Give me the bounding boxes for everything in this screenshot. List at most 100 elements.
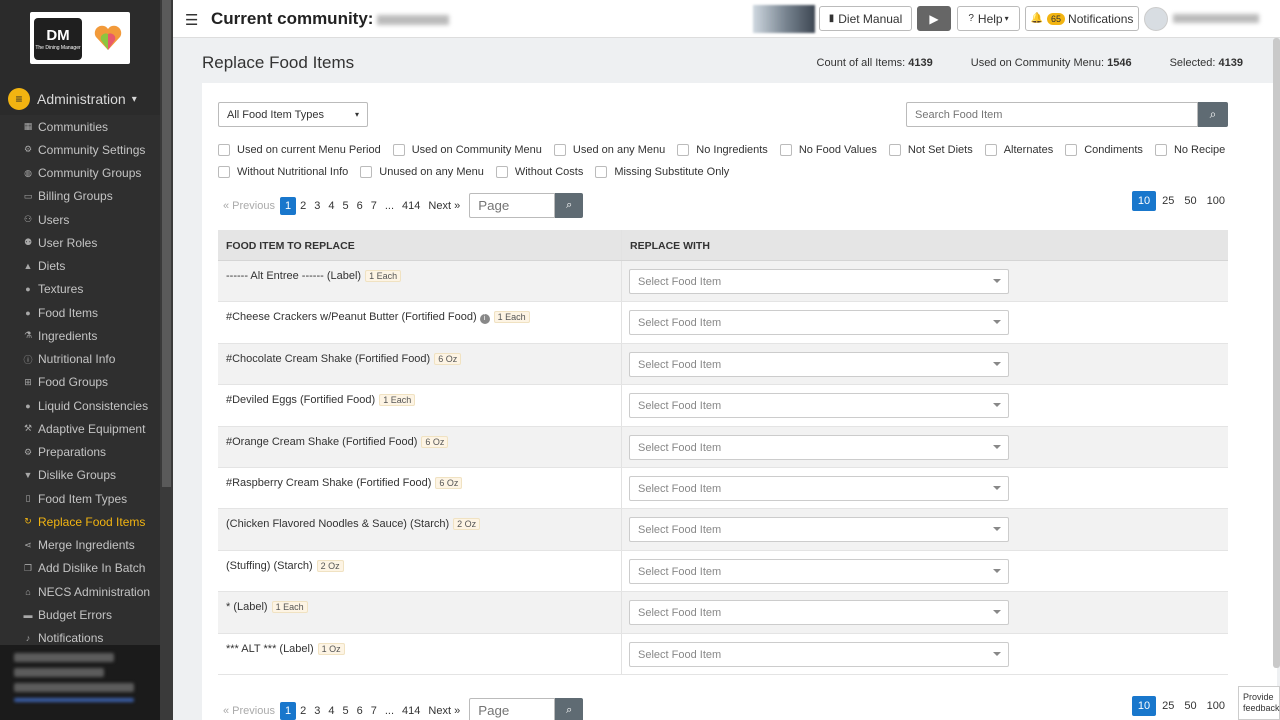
select-food-item-dropdown[interactable]: Select Food Item (629, 600, 1009, 626)
filter-checkbox-no-recipe[interactable]: No Recipe (1154, 144, 1225, 156)
provide-feedback-button[interactable]: Provide feedback (1238, 686, 1280, 720)
sidebar-item-notifications[interactable]: ♪ Notifications (0, 627, 160, 645)
sidebar-item-nutritional-info[interactable]: ⓘ Nutritional Info (0, 348, 160, 371)
sidebar-item-community-settings[interactable]: ⚙ Community Settings (0, 138, 160, 161)
sidebar-scroll-thumb[interactable] (162, 0, 171, 487)
sidebar-item-adaptive-equipment[interactable]: ⚒ Adaptive Equipment (0, 417, 160, 440)
filter-checkbox-used-on-community-menu[interactable]: Used on Community Menu (392, 144, 542, 156)
select-food-item-dropdown[interactable]: Select Food Item (629, 517, 1009, 543)
hamburger-menu-icon[interactable]: ☰ (185, 11, 198, 29)
page-number-input[interactable] (469, 698, 556, 720)
select-food-item-dropdown[interactable]: Select Food Item (629, 310, 1009, 336)
go-to-page-button[interactable]: ⌕ (555, 698, 584, 720)
select-food-item-dropdown[interactable]: Select Food Item (629, 558, 1009, 584)
per-page-option[interactable]: 100 (1203, 192, 1229, 210)
per-page-option[interactable]: 25 (1158, 697, 1178, 715)
sidebar-item-community-groups[interactable]: ◍ Community Groups (0, 162, 160, 185)
per-page-option[interactable]: 25 (1158, 192, 1178, 210)
filter-checkbox-no-food-values[interactable]: No Food Values (779, 144, 877, 156)
sidebar-item-preparations[interactable]: ⚙ Preparations (0, 441, 160, 464)
per-page-option[interactable]: 50 (1180, 192, 1200, 210)
page-link[interactable]: 1 (279, 196, 297, 215)
previous-page-link[interactable]: « Previous (223, 200, 275, 212)
sidebar-item-merge-ingredients[interactable]: ⋖ Merge Ingredients (0, 534, 160, 557)
page-link[interactable]: 3 (310, 705, 324, 717)
select-food-item-dropdown[interactable]: Select Food Item (629, 475, 1009, 501)
sidebar-item-necs-administration[interactable]: ⌂ NECS Administration (0, 580, 160, 603)
page-link[interactable]: 4 (324, 200, 338, 212)
filter-checkbox-used-on-current-menu-period[interactable]: Used on current Menu Period (218, 144, 381, 156)
search-input[interactable] (906, 102, 1198, 127)
per-page-option[interactable]: 50 (1180, 697, 1200, 715)
select-food-item-dropdown[interactable]: Select Food Item (629, 351, 1009, 377)
sidebar-item-replace-food-items[interactable]: ↻ Replace Food Items (0, 510, 160, 533)
page-link[interactable]: 2 (296, 200, 310, 212)
go-to-page-button[interactable]: ⌕ (555, 193, 584, 218)
checkbox[interactable] (553, 144, 566, 156)
sidebar-item-ingredients[interactable]: ⚗ Ingredients (0, 324, 160, 347)
info-icon[interactable]: i (479, 314, 490, 325)
filter-checkbox-without-costs[interactable]: Without Costs (495, 166, 583, 178)
page-link[interactable]: 4 (324, 705, 338, 717)
filter-checkbox-missing-substitute-only[interactable]: Missing Substitute Only (595, 166, 729, 178)
per-page-option[interactable]: 10 (1131, 696, 1157, 716)
select-food-item-dropdown[interactable]: Select Food Item (629, 641, 1009, 667)
sidebar-item-add-dislike-in-batch[interactable]: ❐ Add Dislike In Batch (0, 557, 160, 580)
food-item-type-select[interactable]: All Food Item Types ▾ (218, 102, 368, 127)
page-link[interactable]: 7 (367, 705, 381, 717)
select-food-item-dropdown[interactable]: Select Food Item (629, 434, 1009, 460)
next-page-link[interactable]: Next » (424, 705, 464, 717)
checkbox[interactable] (218, 144, 230, 156)
page-number-input[interactable] (469, 193, 556, 218)
checkbox[interactable] (1154, 144, 1167, 156)
notifications-button[interactable]: 🔔 65 Notifications (1025, 6, 1139, 31)
checkbox[interactable] (495, 166, 508, 178)
checkbox[interactable] (888, 144, 901, 156)
checkbox[interactable] (360, 166, 373, 178)
select-food-item-dropdown[interactable]: Select Food Item (629, 393, 1009, 419)
page-link[interactable]: 6 (353, 200, 367, 212)
filter-checkbox-alternates[interactable]: Alternates (984, 144, 1053, 156)
select-food-item-dropdown[interactable]: Select Food Item (629, 269, 1009, 294)
user-name[interactable] (1173, 14, 1259, 23)
page-link[interactable]: 2 (296, 705, 310, 717)
sidebar-item-textures[interactable]: ● Textures (0, 278, 160, 301)
page-link[interactable]: 5 (338, 200, 352, 212)
filter-checkbox-no-ingredients[interactable]: No Ingredients (677, 144, 768, 156)
page-link[interactable]: 5 (338, 705, 352, 717)
main-scrollbar[interactable] (1273, 38, 1280, 668)
help-dropdown[interactable]: ? Help ▾ (957, 6, 1020, 31)
checkbox[interactable] (392, 144, 405, 156)
avatar[interactable] (1144, 7, 1168, 31)
previous-page-link[interactable]: « Previous (223, 705, 275, 717)
diet-manual-button[interactable]: ▮ Diet Manual (819, 6, 912, 31)
checkbox[interactable] (1065, 144, 1078, 156)
play-button[interactable]: ▶ (917, 6, 951, 31)
sidebar-item-users[interactable]: ⚇ Users (0, 208, 160, 231)
page-link[interactable]: 1 (279, 701, 297, 720)
filter-checkbox-not-set-diets[interactable]: Not Set Diets (888, 144, 973, 156)
per-page-option[interactable]: 10 (1131, 191, 1157, 211)
sidebar-item-food-item-types[interactable]: ▯ Food Item Types (0, 487, 160, 510)
logo[interactable]: DM The Dining Manager (30, 12, 130, 64)
sidebar-item-billing-groups[interactable]: ▭ Billing Groups (0, 185, 160, 208)
administration-menu[interactable]: ≡ Administration ▾ (0, 84, 160, 114)
sidebar-item-food-items[interactable]: ● Food Items (0, 301, 160, 324)
filter-checkbox-condiments[interactable]: Condiments (1065, 144, 1143, 156)
checkbox[interactable] (779, 144, 792, 156)
sidebar-item-food-groups[interactable]: ⊞ Food Groups (0, 371, 160, 394)
page-link[interactable]: 7 (367, 200, 381, 212)
checkbox[interactable] (677, 144, 690, 156)
next-page-link[interactable]: Next » (424, 200, 464, 212)
sidebar-item-liquid-consistencies[interactable]: ● Liquid Consistencies (0, 394, 160, 417)
sidebar-item-dislike-groups[interactable]: ▼ Dislike Groups (0, 464, 160, 487)
sidebar-item-budget-errors[interactable]: ▬ Budget Errors (0, 603, 160, 626)
filter-checkbox-used-on-any-menu[interactable]: Used on any Menu (553, 144, 665, 156)
per-page-option[interactable]: 100 (1203, 697, 1229, 715)
sidebar-item-user-roles[interactable]: ⚉ User Roles (0, 231, 160, 254)
page-link[interactable]: 6 (353, 705, 367, 717)
checkbox[interactable] (218, 166, 230, 178)
page-link[interactable]: 414 (398, 705, 424, 717)
sidebar-item-communities[interactable]: ▦ Communities (0, 115, 160, 138)
search-button[interactable]: ⌕ (1198, 102, 1228, 127)
